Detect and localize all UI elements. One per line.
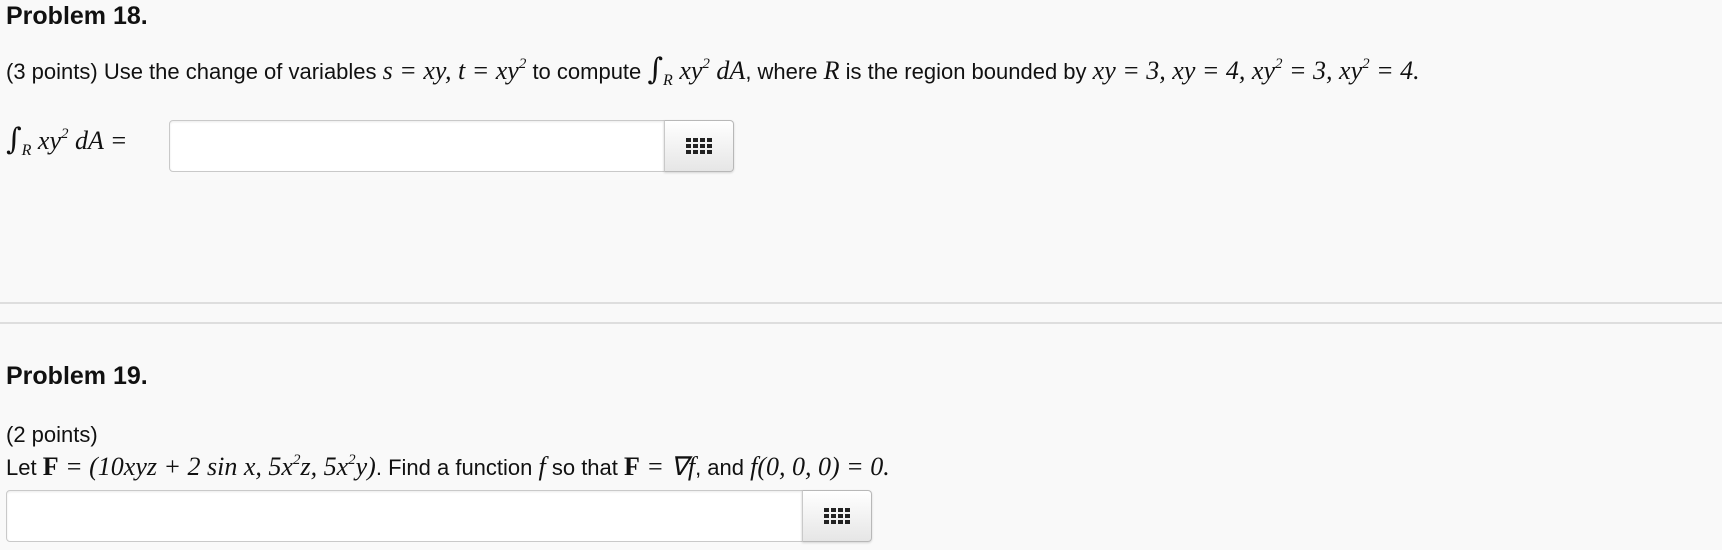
section-divider-bottom <box>0 322 1722 324</box>
vector-field-math: F = (10xyz + 2 sin x, 5x2z, 5x2y) <box>42 452 376 481</box>
statement-text: to compute <box>526 59 648 84</box>
bounds-math: xy = 3, xy = 4, xy2 = 3, xy2 = 4. <box>1092 56 1420 85</box>
statement-text: is the region bounded by <box>839 59 1093 84</box>
statement-text: , and <box>695 455 751 480</box>
problem-18-title: Problem 18. <box>6 2 148 30</box>
gradient-math: F = ∇f <box>624 452 696 481</box>
integral-math: ∫R xy2 dA <box>647 52 746 89</box>
problem-19-points: (2 points) <box>6 422 98 447</box>
statement-text: Let <box>6 455 43 480</box>
problem-19-title: Problem 19. <box>6 362 148 390</box>
statement-text: . Find a function <box>375 455 539 480</box>
problem-18-statement: (3 points) Use the change of variables s… <box>6 52 1420 89</box>
problem-18-answer-label: ∫R xy2 dA = <box>6 122 128 159</box>
problem-19-answer-input[interactable] <box>6 490 803 542</box>
statement-text: , where <box>745 59 824 84</box>
section-divider-top <box>0 302 1722 304</box>
condition-math: f(0, 0, 0) = 0. <box>750 452 890 481</box>
statement-text: so that <box>545 455 625 480</box>
region-symbol: R <box>823 56 840 85</box>
problem-19-palette-button[interactable] <box>802 490 872 542</box>
problem-19-statement: Let F = (10xyz + 2 sin x, 5x2z, 5x2y). F… <box>6 452 890 482</box>
equation-palette-icon <box>686 138 712 154</box>
problem-18-palette-button[interactable] <box>664 120 734 172</box>
substitution-math: s = xy, t = xy2 <box>382 56 527 85</box>
equation-palette-icon <box>824 508 850 524</box>
problem-18-answer-input[interactable] <box>169 120 665 172</box>
function-symbol: f <box>538 452 546 481</box>
statement-text: (3 points) Use the change of variables <box>6 59 383 84</box>
